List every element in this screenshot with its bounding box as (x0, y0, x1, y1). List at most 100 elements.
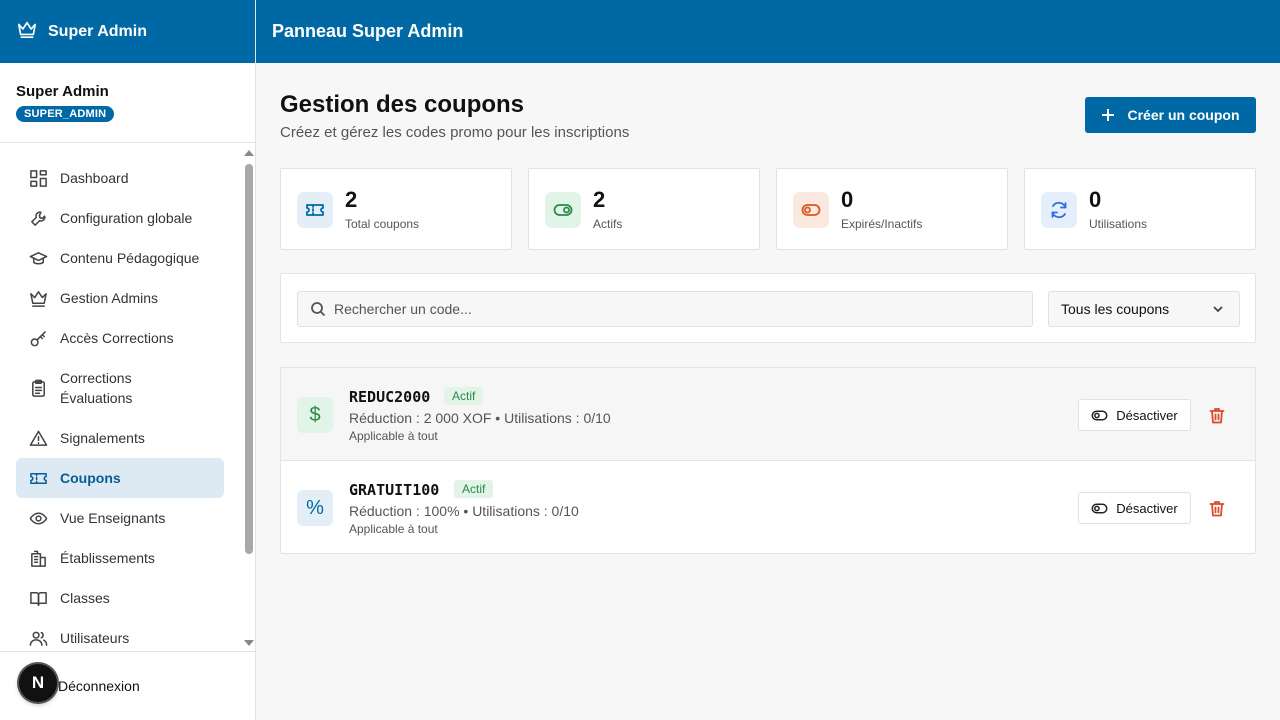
status-badge: Actif (444, 387, 484, 405)
user-name: Super Admin (16, 83, 109, 100)
stat-label: Expirés/Inactifs (841, 217, 923, 231)
ticket-icon (297, 192, 333, 228)
delete-button[interactable] (1207, 404, 1227, 426)
stat-value: 0 (841, 187, 854, 212)
key-icon (28, 328, 48, 348)
clipboard-icon (28, 378, 48, 398)
sidebar-item-label: Signalements (60, 430, 145, 446)
plus-icon (1102, 109, 1115, 121)
trash-icon (1209, 407, 1225, 423)
coupon-code: GRATUIT100 (349, 481, 440, 499)
sidebar-item-coupons[interactable]: Coupons (16, 458, 224, 498)
percent-icon: % (297, 490, 333, 526)
header: Panneau Super Admin (256, 0, 1280, 63)
deactivate-label: Désactiver (1116, 407, 1178, 423)
status-badge: Actif (454, 480, 494, 498)
sidebar-item-label: Configuration globale (60, 210, 193, 226)
deactivate-button[interactable]: Désactiver (1078, 399, 1191, 431)
sidebar-item-corrections-evaluations[interactable]: Corrections Évaluations (16, 358, 224, 418)
stat-value: 2 (593, 187, 606, 212)
sidebar-item-acces-corrections[interactable]: Accès Corrections (16, 318, 224, 358)
stat-label: Actifs (593, 217, 623, 231)
stat-label: Total coupons (345, 217, 420, 231)
sidebar-item-contenu[interactable]: Contenu Pédagogique (16, 238, 224, 278)
deactivate-button[interactable]: Désactiver (1078, 492, 1191, 524)
sidebar-item-label: Vue Enseignants (60, 510, 166, 526)
sidebar-item-label: Établissements (60, 550, 155, 566)
warning-icon (28, 428, 48, 448)
search-icon (311, 302, 326, 317)
sidebar-scrollbar[interactable] (244, 150, 254, 646)
coupon-meta: Réduction : 100% • Utilisations : 0/10 (349, 503, 579, 519)
sidebar-item-label: Contenu Pédagogique (60, 250, 200, 266)
stat-card-utilisations: 0 Utilisations (1024, 168, 1256, 250)
role-badge: SUPER_ADMIN (16, 106, 115, 122)
coupon-filter-select[interactable]: Tous les coupons (1048, 291, 1240, 327)
graduation-cap-icon (28, 248, 48, 268)
sidebar-item-label: Coupons (60, 470, 121, 486)
stat-card-inactifs: 0 Expirés/Inactifs (776, 168, 1008, 250)
crown-icon (28, 288, 48, 308)
avatar[interactable]: N (19, 664, 57, 702)
eye-icon (28, 508, 48, 528)
sidebar-item-label: Utilisateurs (60, 630, 130, 646)
page-header-title: Panneau Super Admin (272, 21, 464, 41)
sidebar-item-configuration[interactable]: Configuration globale (16, 198, 224, 238)
scroll-thumb[interactable] (245, 164, 253, 554)
page-title: Gestion des coupons (280, 91, 525, 118)
toggle-icon (1091, 409, 1108, 421)
coupon-scope: Applicable à tout (349, 522, 438, 536)
scroll-down-icon[interactable] (244, 640, 254, 646)
wrench-icon (28, 208, 48, 228)
sidebar-item-label: Corrections Évaluations (60, 370, 133, 406)
users-icon (28, 628, 48, 648)
create-coupon-label: Créer un coupon (1127, 107, 1240, 123)
brand: Super Admin (0, 0, 255, 63)
table-row: $ REDUC2000 Actif Réduction : 2 000 XOF … (281, 368, 1255, 461)
book-icon (28, 588, 48, 608)
table-row: % GRATUIT100 Actif Réduction : 100% • Ut… (281, 461, 1255, 553)
toggle-icon (1091, 502, 1108, 514)
crown-icon (16, 19, 38, 44)
sidebar-item-utilisateurs[interactable]: Utilisateurs (16, 618, 224, 651)
stat-card-actifs: 2 Actifs (528, 168, 760, 250)
sidebar: Super Admin Super Admin SUPER_ADMIN Dash… (0, 0, 256, 720)
building-icon (28, 548, 48, 568)
coupon-meta: Réduction : 2 000 XOF • Utilisations : 0… (349, 410, 611, 426)
refresh-icon (1041, 192, 1077, 228)
ticket-icon (28, 468, 48, 488)
dashboard-icon (28, 168, 48, 188)
stat-value: 0 (1089, 187, 1102, 212)
stat-card-total: 2 Total coupons (280, 168, 512, 250)
stats-row: 2 Total coupons 2 Actifs 0 Expirés/Inact… (280, 168, 1256, 250)
sidebar-item-admins[interactable]: Gestion Admins (16, 278, 224, 318)
deactivate-label: Désactiver (1116, 500, 1178, 516)
chevron-down-icon (1213, 306, 1223, 313)
sidebar-item-label: Accès Corrections (60, 330, 174, 346)
user-block: Super Admin SUPER_ADMIN (0, 63, 255, 143)
coupon-code: REDUC2000 (349, 388, 431, 406)
trash-icon (1209, 500, 1225, 516)
scroll-up-icon[interactable] (244, 150, 254, 156)
sidebar-item-label: Classes (60, 590, 110, 606)
logout-label: Déconnexion (58, 678, 140, 694)
sidebar-item-signalements[interactable]: Signalements (16, 418, 224, 458)
create-coupon-button[interactable]: Créer un coupon (1085, 97, 1256, 133)
stat-value: 2 (345, 187, 358, 212)
page-subtitle: Créez et gérez les codes promo pour les … (280, 124, 630, 141)
coupon-scope: Applicable à tout (349, 429, 438, 443)
search-input[interactable] (334, 301, 1014, 317)
stat-label: Utilisations (1089, 217, 1148, 231)
sidebar-item-classes[interactable]: Classes (16, 578, 224, 618)
delete-button[interactable] (1207, 497, 1227, 519)
sidebar-item-dashboard[interactable]: Dashboard (16, 158, 224, 198)
brand-title: Super Admin (48, 22, 147, 40)
search-box[interactable] (297, 291, 1033, 327)
filter-bar: Tous les coupons (280, 273, 1256, 343)
sidebar-item-etablissements[interactable]: Établissements (16, 538, 224, 578)
sidebar-item-label: Gestion Admins (60, 290, 159, 306)
sidebar-nav: Dashboard Configuration globale Contenu … (0, 144, 256, 651)
sidebar-item-vue-enseignants[interactable]: Vue Enseignants (16, 498, 224, 538)
dollar-icon: $ (297, 397, 333, 433)
sidebar-item-label: Dashboard (60, 170, 129, 186)
